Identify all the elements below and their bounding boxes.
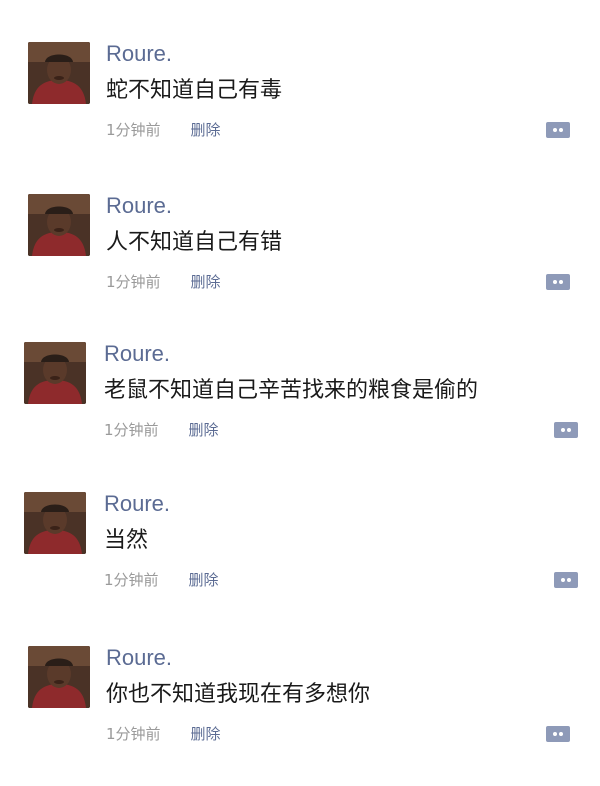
- comment-icon[interactable]: [544, 120, 572, 140]
- post-content: 蛇不知道自己有毒: [106, 78, 283, 103]
- avatar[interactable]: [28, 194, 90, 256]
- moment-post: Roure. 当然 1分钟前 删除: [0, 490, 600, 632]
- post-time: 1分钟前: [106, 121, 161, 139]
- post-meta: 1分钟前 删除: [106, 272, 221, 292]
- author-name[interactable]: Roure.: [106, 192, 172, 220]
- delete-button[interactable]: 删除: [191, 725, 221, 743]
- delete-button[interactable]: 删除: [189, 421, 219, 439]
- avatar[interactable]: [24, 492, 86, 554]
- author-name[interactable]: Roure.: [106, 644, 172, 672]
- post-content: 你也不知道我现在有多想你: [106, 682, 371, 707]
- post-time: 1分钟前: [104, 421, 159, 439]
- author-name[interactable]: Roure.: [106, 40, 172, 68]
- author-name[interactable]: Roure.: [104, 340, 170, 368]
- delete-button[interactable]: 删除: [191, 273, 221, 291]
- post-content: 人不知道自己有错: [106, 230, 283, 255]
- post-content: 当然: [104, 528, 149, 553]
- comment-icon[interactable]: [552, 570, 580, 590]
- post-time: 1分钟前: [106, 273, 161, 291]
- post-meta: 1分钟前 删除: [106, 120, 221, 140]
- moment-post: Roure. 人不知道自己有错 1分钟前 删除: [0, 192, 600, 334]
- moment-post: Roure. 蛇不知道自己有毒 1分钟前 删除: [0, 40, 600, 182]
- post-meta: 1分钟前 删除: [104, 570, 219, 590]
- avatar[interactable]: [28, 646, 90, 708]
- post-content: 老鼠不知道自己辛苦找来的粮食是偷的: [104, 378, 479, 403]
- author-name[interactable]: Roure.: [104, 490, 170, 518]
- comment-icon[interactable]: [544, 272, 572, 292]
- avatar[interactable]: [28, 42, 90, 104]
- moment-post: Roure. 老鼠不知道自己辛苦找来的粮食是偷的 1分钟前 删除: [0, 340, 600, 482]
- post-meta: 1分钟前 删除: [106, 724, 221, 744]
- comment-icon[interactable]: [544, 724, 572, 744]
- comment-icon[interactable]: [552, 420, 580, 440]
- post-time: 1分钟前: [104, 571, 159, 589]
- delete-button[interactable]: 删除: [189, 571, 219, 589]
- avatar[interactable]: [24, 342, 86, 404]
- moment-post: Roure. 你也不知道我现在有多想你 1分钟前 删除: [0, 644, 600, 786]
- post-time: 1分钟前: [106, 725, 161, 743]
- post-meta: 1分钟前 删除: [104, 420, 219, 440]
- delete-button[interactable]: 删除: [191, 121, 221, 139]
